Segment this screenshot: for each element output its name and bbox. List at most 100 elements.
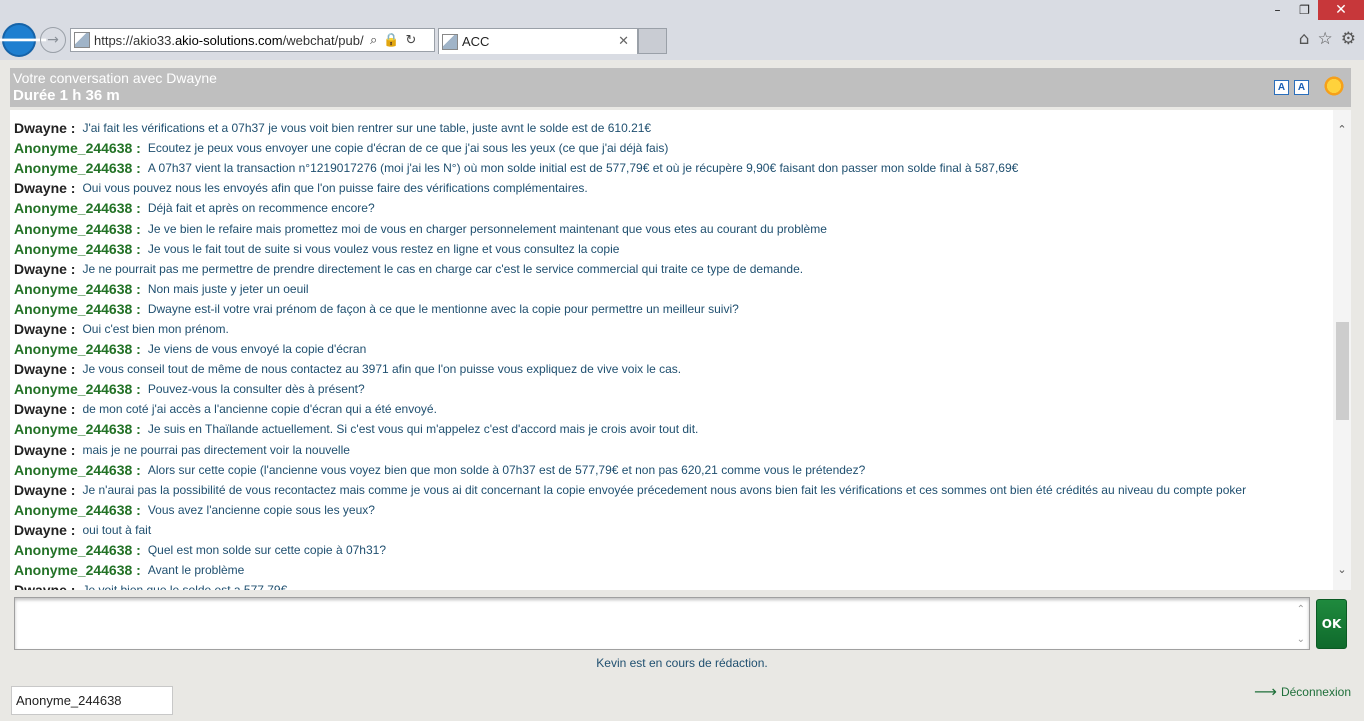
message-row: Anonyme_244638 : A 07h37 vient la transac…: [14, 158, 1332, 178]
message-author: Dwayne :: [14, 120, 76, 137]
send-button[interactable]: OK: [1316, 599, 1347, 649]
conversation-title: Votre conversation avec Dwayne: [13, 70, 217, 86]
logout-arrow-icon: ⟶: [1254, 682, 1277, 701]
search-icon[interactable]: ⌕: [370, 33, 377, 48]
logout-label: Déconnexion: [1280, 684, 1351, 699]
message-author: Anonyme_244638 :: [14, 160, 141, 177]
message-text: Je suis en Thaïlande actuellement. Si c'…: [147, 422, 699, 437]
new-tab-button[interactable]: [638, 28, 667, 54]
lock-icon[interactable]: 🔒: [383, 33, 399, 48]
message-text: Non mais juste y jeter un oeuil: [147, 281, 309, 296]
message-row: Anonyme_244638 : Quel est mon solde sur c…: [14, 540, 1332, 560]
message-author: Anonyme_244638 :: [14, 421, 141, 438]
message-row: Anonyme_244638 : Je ve bien le refaire ma…: [14, 218, 1332, 238]
browser-tab[interactable]: ACC ✕: [438, 28, 638, 54]
font-decrease-icon[interactable]: A: [1294, 80, 1309, 95]
url-text[interactable]: https://akio33.akio-solutions.com/webcha…: [94, 33, 364, 48]
address-bar[interactable]: https://akio33.akio-solutions.com/webcha…: [70, 28, 435, 52]
scroll-down-icon[interactable]: ⌄: [1333, 560, 1351, 578]
message-row: Anonyme_244638 : Non mais juste y jeter u…: [14, 279, 1332, 299]
message-text: Je vous conseil tout de même de nous con…: [82, 362, 682, 377]
conversation-duration: Durée 1 h 36 m: [13, 87, 120, 104]
typing-indicator: Kevin est en cours de rédaction.: [596, 656, 768, 670]
window-controls: – ❐ ✕: [1264, 0, 1364, 20]
url-prefix: https://akio33.: [94, 32, 175, 48]
message-author: Anonyme_244638 :: [14, 200, 141, 217]
message-text: mais je ne pourrai pas directement voir …: [82, 442, 350, 457]
message-row: Dwayne : oui tout à fait: [14, 520, 1332, 540]
message-author: Anonyme_244638 :: [14, 542, 141, 559]
input-scroll-up-icon[interactable]: ⌃: [1297, 604, 1305, 615]
address-bar-actions: ⌕ 🔒 ↻: [370, 33, 416, 48]
message-text: oui tout à fait: [82, 522, 152, 537]
message-author: Dwayne :: [14, 180, 76, 197]
message-text: Je ve bien le refaire mais promettez moi…: [147, 221, 827, 236]
settings-gear-icon[interactable]: ⚙: [1341, 29, 1356, 49]
minimize-icon[interactable]: –: [1264, 0, 1291, 20]
message-text: Je vous le fait tout de suite si vous vo…: [147, 241, 620, 256]
message-input[interactable]: [15, 598, 1309, 649]
tab-favicon-icon: [442, 33, 458, 50]
message-text: de mon coté j'ai accès a l'ancienne copi…: [82, 402, 437, 417]
message-row: Anonyme_244638 : Je vous le fait tout de …: [14, 239, 1332, 259]
back-button[interactable]: 🡐: [0, 23, 49, 57]
message-author: Anonyme_244638 :: [14, 381, 141, 398]
favorites-star-icon[interactable]: ☆: [1318, 29, 1333, 49]
message-row: Anonyme_244638 : Alors sur cette copie (l…: [14, 460, 1332, 480]
input-scroll-down-icon[interactable]: ⌄: [1297, 634, 1305, 645]
message-text: Je n'aurai pas la possibilité de vous re…: [82, 482, 1247, 497]
tab-title: ACC: [462, 34, 490, 49]
message-row: Dwayne : J'ai fait les vérifications et a…: [14, 118, 1332, 138]
message-list: Dwayne : J'ai fait les vérifications et a…: [14, 118, 1332, 590]
message-text: Je voit bien que le solde est a 577.79€: [82, 583, 287, 590]
scroll-up-icon[interactable]: ⌃: [1333, 120, 1351, 138]
logout-link[interactable]: ⟶ Déconnexion: [1254, 682, 1351, 701]
message-text: A 07h37 vient la transaction n°121901727…: [147, 161, 1019, 176]
message-author: Dwayne :: [14, 361, 76, 378]
message-row: Dwayne : Je n'aurai pas la possibilité de…: [14, 480, 1332, 500]
maximize-icon[interactable]: ❐: [1291, 0, 1318, 20]
message-text: Je ne pourrait pas me permettre de prend…: [82, 261, 804, 276]
message-scrollbar[interactable]: ⌃ ⌄: [1333, 110, 1351, 590]
message-text: Dwayne est-il votre vrai prénom de façon…: [147, 301, 739, 316]
message-row: Anonyme_244638 : Pouvez-vous la consulter…: [14, 379, 1332, 399]
close-window-icon[interactable]: ✕: [1318, 0, 1364, 20]
message-row: Dwayne : Oui vous pouvez nous les envoyés…: [14, 178, 1332, 198]
message-author: Anonyme_244638 :: [14, 300, 141, 317]
message-row: Anonyme_244638 : Je suis en Thaïlande act…: [14, 419, 1332, 439]
browser-chrome: – ❐ ✕ 🡐 → https://akio33.akio-solutions.…: [0, 0, 1364, 60]
sun-icon[interactable]: [1323, 75, 1345, 97]
message-author: Dwayne :: [14, 320, 76, 337]
message-text: Avant le problème: [147, 563, 245, 578]
message-text: Déjà fait et après on recommence encore?: [147, 201, 375, 216]
message-text: J'ai fait les vérifications et a 07h37 j…: [82, 121, 652, 136]
font-increase-icon[interactable]: A: [1274, 80, 1289, 95]
message-author: Dwayne :: [14, 521, 76, 538]
message-text: Quel est mon solde sur cette copie à 07h…: [147, 543, 386, 558]
message-author: Anonyme_244638 :: [14, 501, 141, 518]
message-row: Dwayne : Je vous conseil tout de même de …: [14, 359, 1332, 379]
message-row: Anonyme_244638 : Avant le problème: [14, 560, 1332, 580]
message-author: Dwayne :: [14, 401, 76, 418]
message-row: Anonyme_244638 : Je viens de vous envoyé …: [14, 339, 1332, 359]
message-text: Ecoutez je peux vous envoyer une copie d…: [147, 141, 669, 156]
message-row: Anonyme_244638 : Déjà fait et après on re…: [14, 198, 1332, 218]
url-domain: akio-solutions.com: [174, 32, 283, 48]
message-text: Vous avez l'ancienne copie sous les yeux…: [147, 502, 375, 517]
scrollbar-thumb[interactable]: [1336, 322, 1349, 420]
message-row: Anonyme_244638 : Dwayne est-il votre vrai…: [14, 299, 1332, 319]
message-row: Dwayne : Je voit bien que le solde est a …: [14, 580, 1332, 590]
browser-tools: ⌂ ☆ ⚙: [1299, 29, 1356, 49]
refresh-icon[interactable]: ↻: [405, 33, 416, 48]
message-input-wrapper: ⌃ ⌄: [14, 597, 1310, 650]
message-row: Dwayne : Je ne pourrait pas me permettre …: [14, 259, 1332, 279]
message-log[interactable]: Dwayne : J'ai fait les vérifications et a…: [10, 110, 1351, 590]
tab-close-icon[interactable]: ✕: [618, 34, 629, 49]
message-author: Anonyme_244638 :: [14, 140, 141, 157]
message-author: Anonyme_244638 :: [14, 280, 141, 297]
home-icon[interactable]: ⌂: [1299, 29, 1310, 49]
url-suffix: /webchat/pub/pa: [282, 32, 364, 48]
page-favicon-icon: [74, 32, 90, 48]
message-author: Anonyme_244638 :: [14, 341, 141, 358]
forward-button[interactable]: →: [40, 27, 66, 53]
